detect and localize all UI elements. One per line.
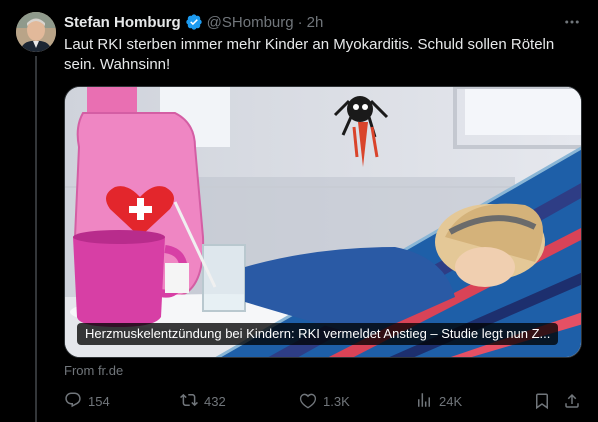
thread-line [35,56,37,422]
reply-icon [64,391,82,412]
like-count: 1.3K [323,393,350,409]
views-icon [415,391,433,412]
action-bar: 154 432 1.3K 24K [64,390,584,412]
tweet[interactable]: Stefan Homburg @SHomburg · 2h Laut RKI s… [0,0,598,422]
verified-badge-icon [185,13,203,31]
repost-button[interactable]: 432 [180,390,226,412]
reply-button[interactable]: 154 [64,390,110,412]
separator-dot: · [297,13,303,31]
reply-count: 154 [88,393,110,409]
card-source[interactable]: From fr.de [64,363,123,378]
tweet-text: Laut RKI sterben immer mehr Kinder an My… [64,36,555,73]
like-button[interactable]: 1.3K [299,390,350,412]
author-name[interactable]: Stefan Homburg [64,14,181,31]
more-dots-icon[interactable] [562,12,582,32]
bookmark-icon[interactable] [533,390,551,412]
repost-count: 432 [204,393,226,409]
link-card[interactable]: Herzmuskelentzündung bei Kindern: RKI ve… [64,86,582,358]
tweet-header: Stefan Homburg @SHomburg · 2h [64,12,323,32]
repost-icon [180,391,198,412]
heart-icon [299,391,317,412]
author-handle[interactable]: @SHomburg [207,14,294,31]
timestamp[interactable]: 2h [307,14,324,31]
views-button[interactable]: 24K [415,390,462,412]
avatar[interactable] [16,12,56,52]
views-count: 24K [439,393,463,409]
card-caption: Herzmuskelentzündung bei Kindern: RKI ve… [77,323,559,345]
card-image [65,87,581,357]
share-icon[interactable] [563,390,581,412]
